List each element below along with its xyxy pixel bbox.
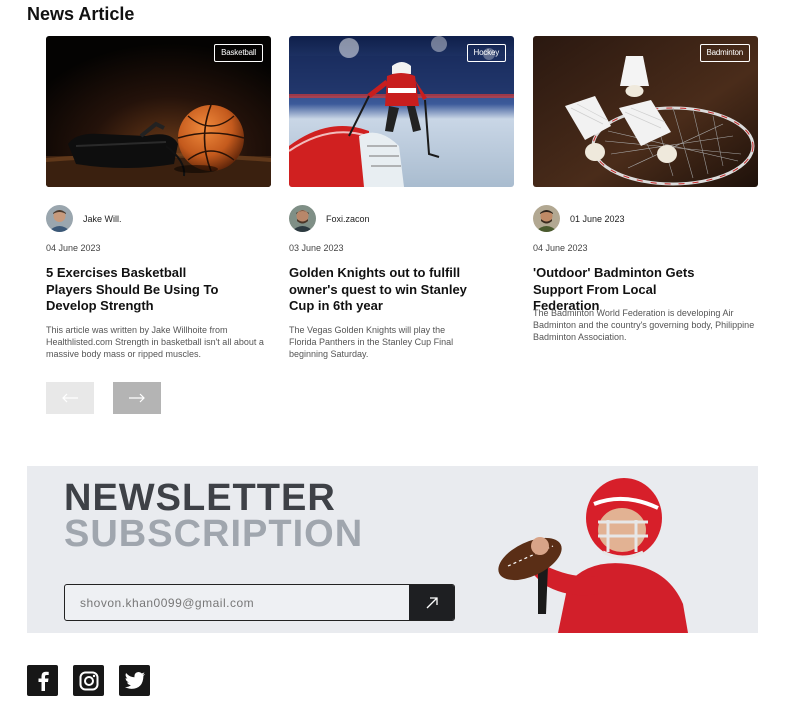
publish-date: 03 June 2023 <box>289 243 344 253</box>
publish-date: 04 June 2023 <box>46 243 101 253</box>
news-card-badminton[interactable]: Badminton 01 June 2023 04 June 2023 'Out… <box>533 36 758 342</box>
article-headline[interactable]: Golden Knights out to fulfill owner's qu… <box>289 265 479 315</box>
section-title: News Article <box>27 4 135 24</box>
arrow-up-right-icon <box>426 596 438 608</box>
arrow-left-icon <box>62 393 78 403</box>
author: 01 June 2023 <box>533 205 625 232</box>
article-excerpt: The Badminton World Federation is develo… <box>533 308 755 342</box>
newsletter-title: NEWSLETTER SUBSCRIPTION <box>64 477 364 555</box>
newsletter-title-line2: SUBSCRIPTION <box>64 513 364 555</box>
author: Foxi.zacon <box>289 205 370 232</box>
prev-button[interactable] <box>46 382 94 414</box>
article-excerpt: The Vegas Golden Knights will play the F… <box>289 325 454 359</box>
newsletter-title-line1: NEWSLETTER <box>64 477 336 519</box>
football-player-image <box>498 478 688 633</box>
twitter-link[interactable] <box>119 665 150 696</box>
facebook-link[interactable] <box>27 665 58 696</box>
newsletter-form <box>64 584 455 621</box>
arrow-right-icon <box>129 393 145 403</box>
newsletter-section: NEWSLETTER SUBSCRIPTION <box>27 466 758 633</box>
author-name: Jake Will. <box>83 213 122 224</box>
news-card-hockey[interactable]: Hockey Foxi.zacon 03 June 2023 Golden Kn… <box>289 36 514 359</box>
news-card-basketball[interactable]: Basketball Jake Will. 04 June 2023 5 Exe… <box>46 36 271 359</box>
category-tag[interactable]: Basketball <box>214 44 263 62</box>
article-excerpt: This article was written by Jake Willhoi… <box>46 325 264 359</box>
avatar <box>289 205 316 232</box>
email-input[interactable] <box>65 585 409 620</box>
author-name: 01 June 2023 <box>570 213 625 224</box>
card-image-badminton[interactable]: Badminton <box>533 36 758 187</box>
article-headline[interactable]: 5 Exercises Basketball Players Should Be… <box>46 265 236 315</box>
next-button[interactable] <box>113 382 161 414</box>
instagram-icon <box>79 671 98 690</box>
subscribe-button[interactable] <box>409 585 454 620</box>
author: Jake Will. <box>46 205 122 232</box>
social-links <box>27 665 165 696</box>
avatar <box>46 205 73 232</box>
instagram-link[interactable] <box>73 665 104 696</box>
category-tag[interactable]: Hockey <box>466 44 506 62</box>
facebook-icon <box>38 671 49 691</box>
card-image-hockey[interactable]: Hockey <box>289 36 514 187</box>
category-tag[interactable]: Badminton <box>699 44 750 62</box>
twitter-icon <box>124 672 145 689</box>
publish-date: 04 June 2023 <box>533 243 588 253</box>
avatar <box>533 205 560 232</box>
author-name: Foxi.zacon <box>326 213 370 224</box>
card-image-basketball[interactable]: Basketball <box>46 36 271 187</box>
